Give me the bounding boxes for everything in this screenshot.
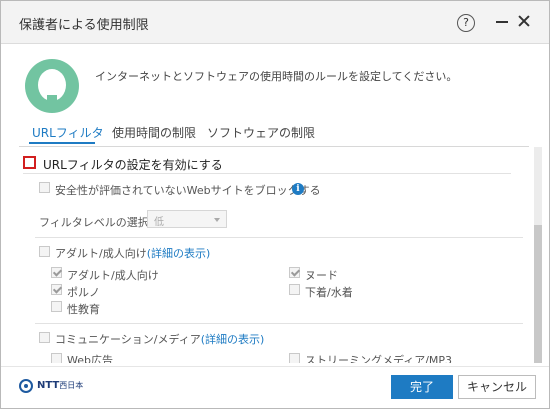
tab-software-limit[interactable]: ソフトウェアの制限	[207, 124, 315, 141]
help-button[interactable]: ?	[457, 14, 475, 32]
section-divider	[35, 323, 523, 324]
window-title: 保護者による使用制限	[19, 18, 149, 33]
enable-url-filter-label: URLフィルタの設定を有効にする	[43, 158, 223, 172]
details-link-communication[interactable]: (詳細の表示)	[201, 333, 265, 346]
block-unrated-checkbox[interactable]	[39, 182, 50, 193]
item-label: ポルノ	[67, 286, 100, 299]
done-button[interactable]: 完了	[391, 375, 453, 399]
category-adult-checkbox[interactable]	[39, 246, 50, 257]
section-divider	[23, 173, 511, 174]
footer-divider	[1, 366, 549, 367]
enable-url-filter-checkbox[interactable]	[23, 156, 36, 169]
scrollbar-thumb[interactable]	[534, 225, 542, 363]
item-checkbox[interactable]	[51, 301, 62, 312]
intro-text: インターネットとソフトウェアの使用時間のルールを設定してください。	[95, 70, 458, 83]
tab-url-filter[interactable]: URLフィルタ	[32, 124, 104, 141]
close-button[interactable]	[514, 11, 534, 31]
item-label: ストリーミングメディア/MP3	[305, 354, 453, 363]
title-bar: 保護者による使用制限 ?	[1, 1, 549, 44]
filter-level-label: フィルタレベルの選択:	[39, 216, 153, 229]
item-checkbox[interactable]	[289, 353, 300, 363]
category-adult-label: アダルト/成人向け(詳細の表示)	[55, 247, 211, 260]
filter-level-select[interactable]: 低	[147, 210, 227, 228]
item-checkbox[interactable]	[289, 267, 300, 278]
active-tab-indicator	[29, 142, 95, 144]
item-checkbox[interactable]	[51, 353, 62, 363]
details-link-adult[interactable]: (詳細の表示)	[147, 247, 211, 260]
category-communication-checkbox[interactable]	[39, 332, 50, 343]
minimize-button[interactable]	[496, 21, 508, 23]
item-checkbox[interactable]	[289, 284, 300, 295]
tab-time-limit[interactable]: 使用時間の制限	[112, 124, 196, 141]
category-communication-label: コミュニケーション/メディア(詳細の表示)	[55, 333, 265, 346]
item-label: ヌード	[305, 269, 338, 282]
user-avatar-icon	[25, 59, 79, 113]
item-label: 性教育	[67, 303, 100, 316]
item-label: 下着/水着	[305, 286, 353, 299]
settings-scroll-area: URLフィルタの設定を有効にする 安全性が評価されていないWebサイトをブロック…	[13, 147, 529, 363]
chevron-down-icon	[214, 218, 220, 222]
filter-level-value: 低	[154, 217, 164, 228]
item-label: アダルト/成人向け	[67, 269, 159, 282]
item-checkbox[interactable]	[51, 284, 62, 295]
info-icon[interactable]: i	[292, 183, 304, 195]
item-label: Web広告	[67, 354, 113, 363]
cancel-button[interactable]: キャンセル	[458, 375, 536, 399]
block-unrated-label: 安全性が評価されていないWebサイトをブロックする	[55, 184, 321, 197]
vertical-scrollbar[interactable]	[534, 147, 542, 363]
item-checkbox[interactable]	[51, 267, 62, 278]
ntt-logo-icon	[19, 379, 33, 393]
parental-control-dialog: 保護者による使用制限 ? インターネットとソフトウェアの使用時間のルールを設定し…	[0, 0, 550, 409]
section-divider	[35, 237, 523, 238]
brand-label: NTT西日本	[37, 380, 84, 391]
